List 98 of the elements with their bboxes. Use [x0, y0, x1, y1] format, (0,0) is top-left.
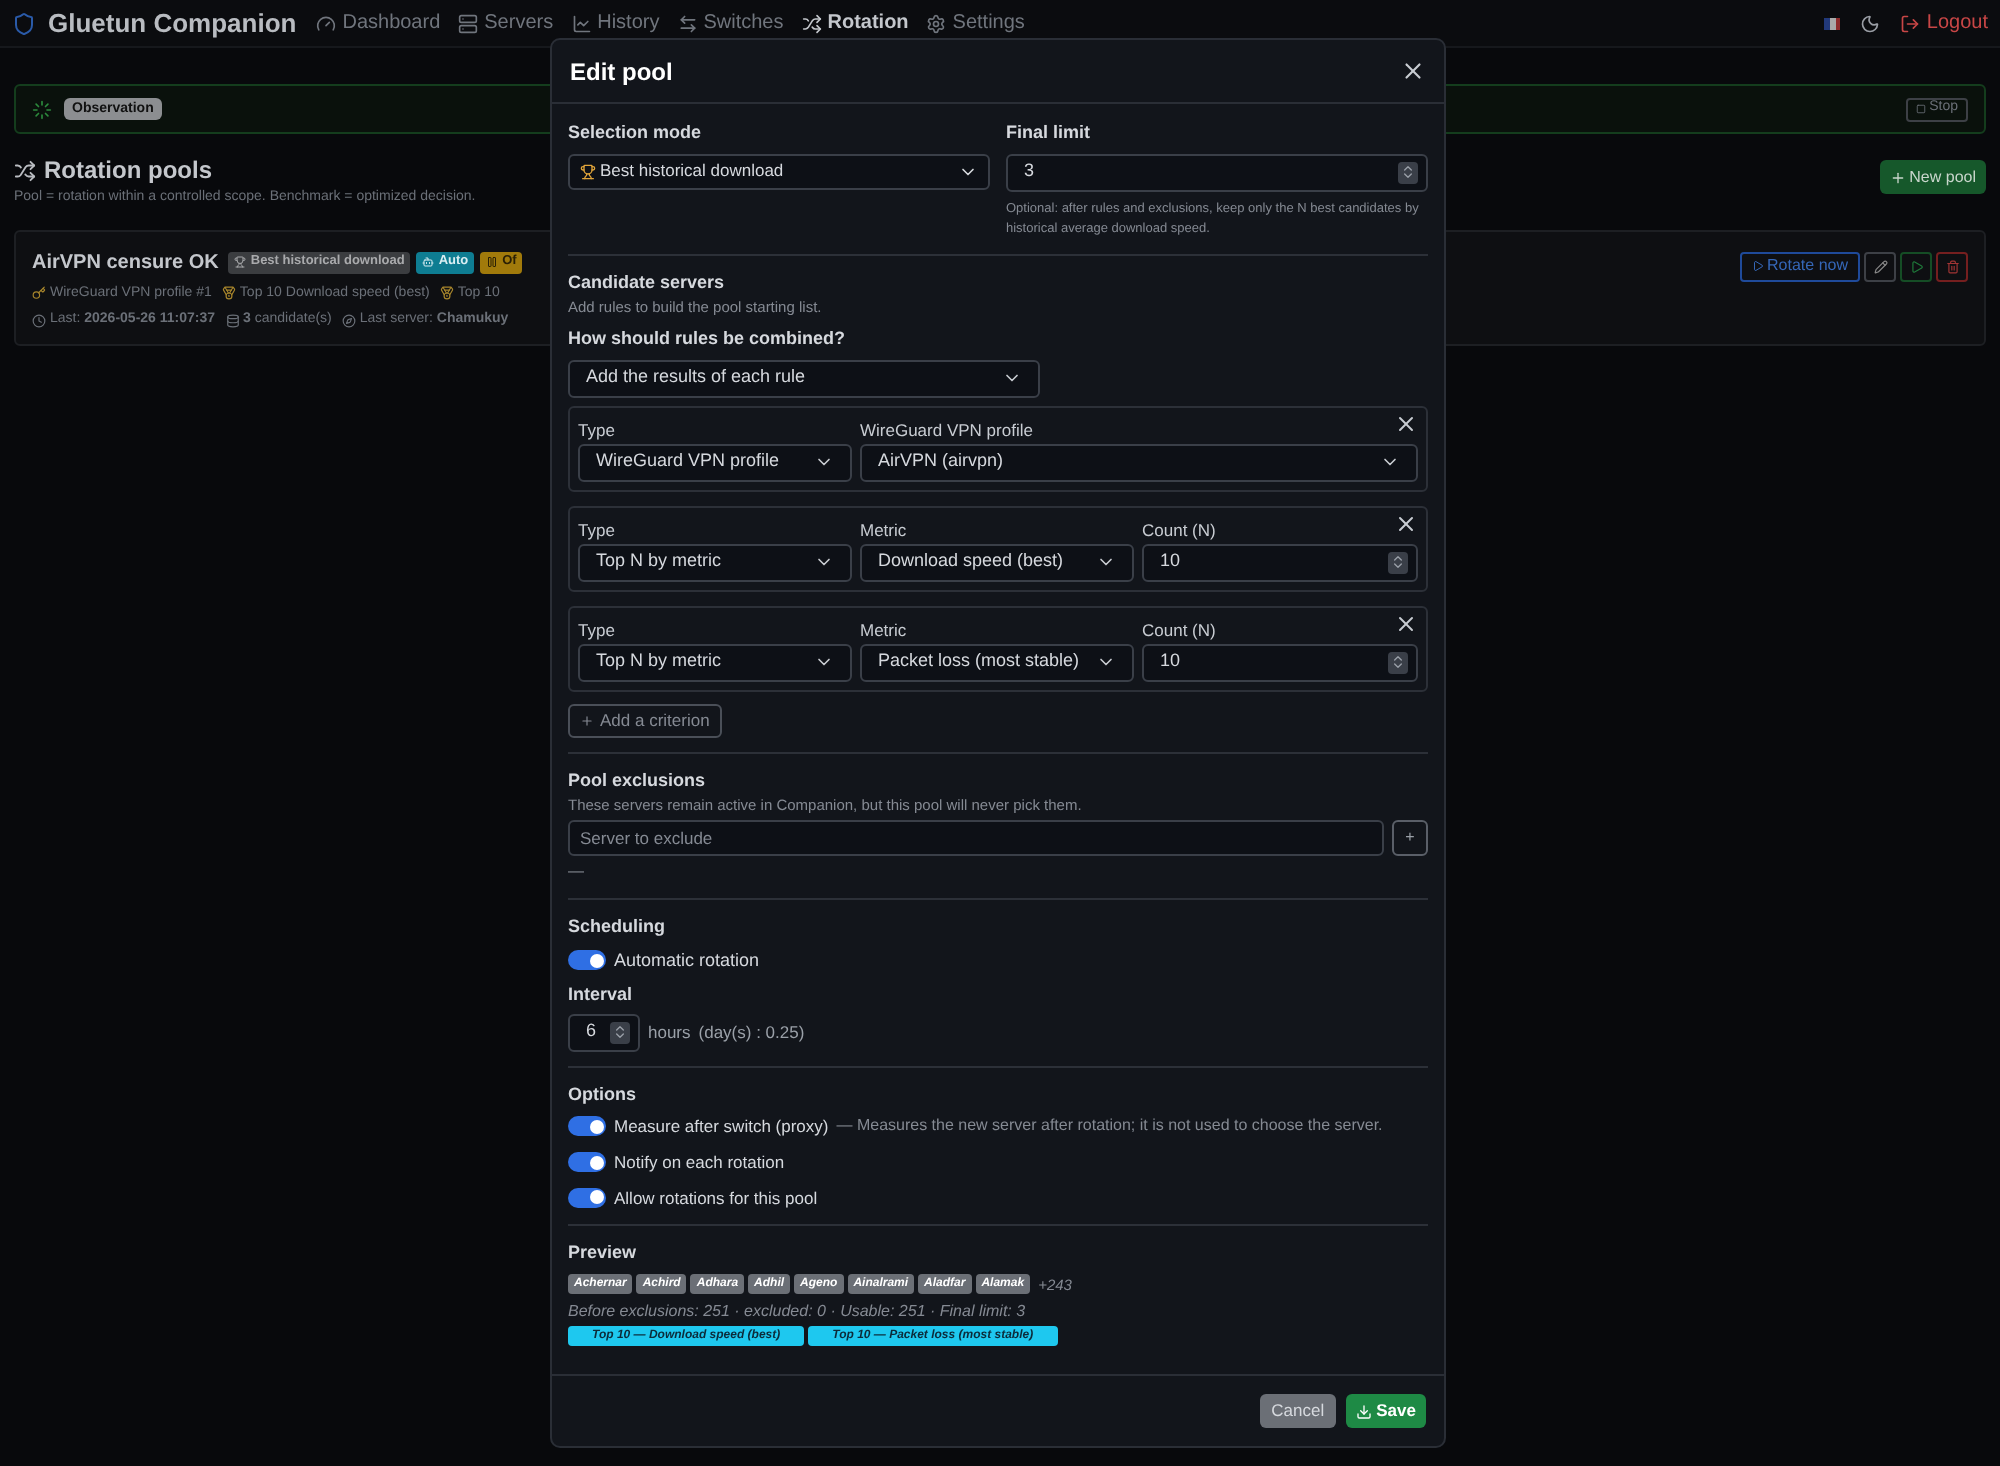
preview-stats: Before exclusions: 251 · excluded: 0 · Usable: 251 · Final limit: 3 — [568, 1300, 1028, 1324]
section-title: Candidate servers — [568, 269, 727, 295]
nav-link[interactable]: Servers — [458, 8, 554, 38]
dropdown[interactable]: Add the results of each rule — [568, 359, 1040, 397]
spinner-icon[interactable] — [1388, 551, 1408, 573]
spinner-icon[interactable] — [1388, 651, 1408, 673]
dropdown[interactable]: Best historical download — [568, 153, 990, 189]
plus-icon — [1889, 169, 1906, 185]
shuffle-icon — [14, 159, 36, 181]
section-title: Options — [568, 1081, 638, 1108]
remove-rule-icon[interactable] — [1394, 611, 1418, 635]
shuffle-icon — [801, 13, 822, 33]
number-field[interactable]: 10 — [1142, 643, 1418, 681]
spinner-icon[interactable] — [1398, 161, 1418, 183]
toggle-switch[interactable] — [568, 1152, 606, 1173]
pool-name: AirVPN censure OK — [32, 249, 219, 277]
edit-button[interactable] — [1864, 251, 1896, 281]
save-button[interactable]: Save — [1346, 1394, 1426, 1428]
arrows-icon — [677, 13, 698, 33]
field-label: Type — [578, 517, 615, 541]
gauge-icon — [316, 13, 337, 33]
field-label: Type — [578, 417, 615, 441]
moon-icon[interactable] — [1860, 13, 1881, 33]
remove-rule-icon[interactable] — [1394, 411, 1418, 435]
settings-icon — [926, 13, 947, 33]
new-pool-button[interactable]: New pool — [1879, 160, 1986, 194]
logout-link[interactable]: Logout — [1900, 8, 1988, 38]
nav-link[interactable]: History — [571, 8, 660, 38]
flag-icon[interactable] — [1824, 17, 1841, 29]
server-icon — [458, 13, 479, 33]
toggle-switch[interactable] — [568, 1187, 606, 1208]
toggle-switch[interactable] — [568, 950, 606, 971]
play-icon — [1751, 260, 1764, 272]
trash-icon — [1945, 259, 1959, 273]
field-label: Interval — [568, 982, 635, 1008]
section-title: Scheduling — [568, 914, 668, 940]
add-criterion-button[interactable]: Add a criterion — [568, 703, 722, 737]
nav-link[interactable]: Rotation — [801, 8, 909, 38]
nav-link[interactable]: Dashboard — [316, 8, 441, 38]
dropdown[interactable]: Packet loss (most stable) — [860, 643, 1134, 681]
toggle-label: Automatic rotation — [614, 947, 760, 973]
pencil-icon — [1873, 259, 1887, 273]
trophy-icon — [234, 256, 247, 268]
database-icon — [225, 313, 240, 328]
add-exclusion-button[interactable]: + — [1392, 820, 1428, 856]
field-label: Metric — [860, 617, 907, 641]
toggle-label: Measure after switch (proxy) — [614, 1114, 829, 1140]
dropdown[interactable]: Top N by metric — [578, 543, 852, 581]
shield-logo — [12, 11, 36, 35]
compass-icon — [341, 313, 356, 328]
section-title: Preview — [568, 1240, 639, 1267]
cancel-button[interactable]: Cancel — [1259, 1394, 1337, 1428]
field-label: Count (N) — [1142, 617, 1216, 641]
field-label: Final limit — [1006, 120, 1093, 146]
page-title: Rotation pools — [44, 154, 212, 188]
toggle-switch[interactable] — [568, 1116, 606, 1137]
logout-icon — [1900, 13, 1921, 33]
dropdown[interactable]: WireGuard VPN profile — [578, 443, 852, 481]
toggle-note: — Measures the new server after rotation; it is not used to choose the server. — [836, 1114, 1383, 1139]
remove-rule-icon[interactable] — [1394, 511, 1418, 535]
unit-text: hours — [648, 1019, 691, 1045]
robot-icon — [422, 256, 435, 268]
stop-icon — [1915, 104, 1926, 114]
dropdown[interactable]: Top N by metric — [578, 643, 852, 681]
chart-icon — [571, 13, 592, 33]
save-icon — [1356, 1403, 1373, 1419]
number-field[interactable]: 6 — [568, 1013, 640, 1051]
pause-icon — [486, 256, 499, 268]
dropdown[interactable]: AirVPN (airvpn) — [860, 443, 1418, 481]
toggle-label: Allow rotations for this pool — [614, 1185, 818, 1211]
exclude-field[interactable]: Server to exclude — [568, 820, 1384, 856]
empty-list-text: — — [568, 860, 586, 884]
spinner-icon — [32, 99, 52, 119]
play-icon — [1909, 259, 1923, 273]
clock-icon — [32, 313, 46, 328]
plus-icon — [580, 713, 594, 727]
days-text: (day(s) : 0.25) — [698, 1019, 805, 1045]
trophy-icon — [580, 163, 596, 179]
brand-title[interactable]: Gluetun Companion — [48, 3, 297, 43]
number-field[interactable]: 10 — [1142, 543, 1418, 581]
medal-icon — [439, 286, 454, 301]
nav-link[interactable]: Switches — [677, 8, 784, 38]
modal-title: Edit pool — [570, 55, 673, 89]
medal-icon — [221, 286, 236, 301]
field-label: How should rules be combined? — [568, 326, 848, 352]
field-label: Selection mode — [568, 120, 704, 146]
nav-link[interactable]: Settings — [926, 8, 1025, 38]
field-label: WireGuard VPN profile — [860, 417, 1033, 441]
section-title: Pool exclusions — [568, 767, 708, 793]
field-label: Type — [578, 617, 615, 641]
field-label: Metric — [860, 517, 907, 541]
field-label: Count (N) — [1142, 517, 1216, 541]
dropdown[interactable]: Download speed (best) — [860, 543, 1134, 581]
number-field[interactable]: 3 — [1006, 153, 1428, 191]
toggle-label: Notify on each rotation — [614, 1149, 785, 1175]
close-icon[interactable] — [1400, 58, 1426, 84]
key-icon — [32, 286, 46, 301]
spinner-icon[interactable] — [610, 1021, 630, 1043]
